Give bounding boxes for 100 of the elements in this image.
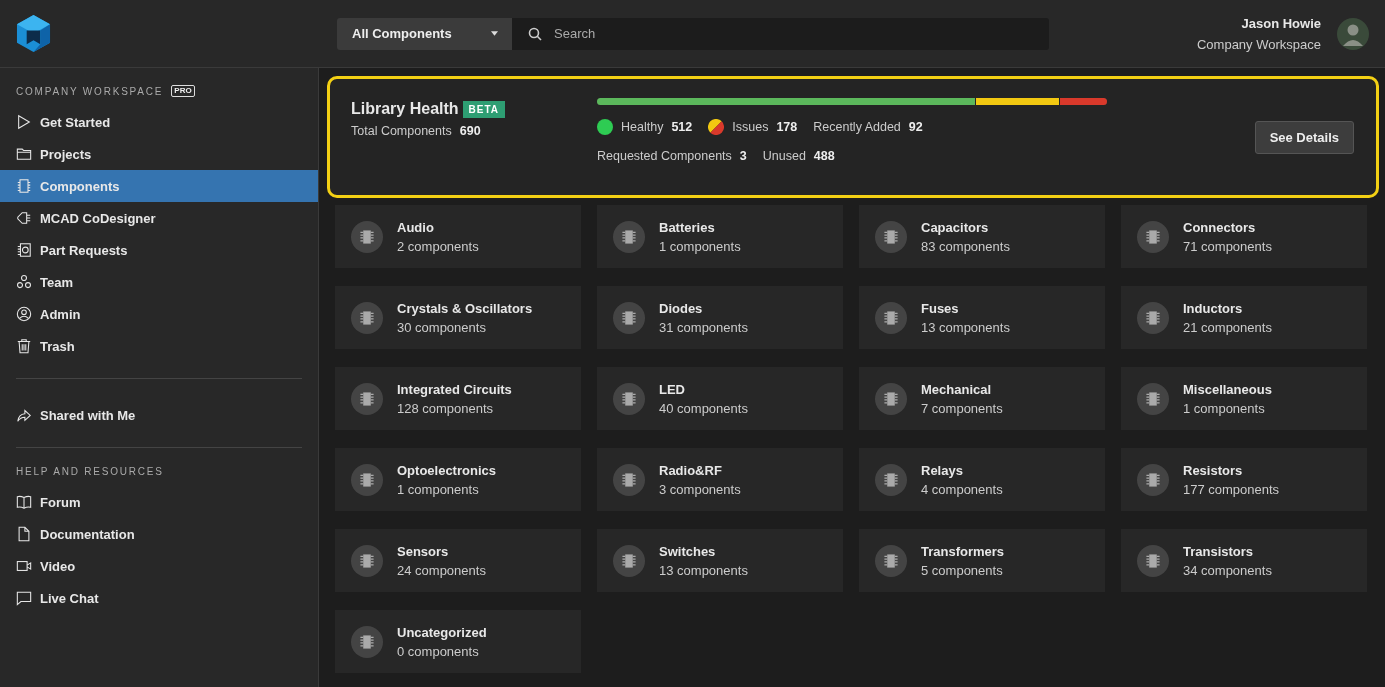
component-count: 5 components <box>921 562 1004 578</box>
component-count: 2 components <box>397 238 479 254</box>
category-card[interactable]: Crystals & Oscillators 30 components <box>335 286 581 349</box>
category-card[interactable]: Diodes 31 components <box>597 286 843 349</box>
stat-label: Requested Components <box>597 149 732 163</box>
category-card[interactable]: Mechanical 7 components <box>859 367 1105 430</box>
chip-icon <box>1137 463 1169 496</box>
stat-label: Recently Added <box>813 120 901 134</box>
section-heading: COMPANY WORKSPACE <box>16 85 164 97</box>
chip-icon <box>875 463 907 496</box>
component-count: 1 components <box>1183 400 1266 416</box>
sidebar-item[interactable]: Shared with Me <box>0 399 318 431</box>
sidebar-item[interactable]: Video <box>0 550 318 582</box>
chip-icon <box>613 544 645 577</box>
category-card[interactable]: Radio&RF 3 components <box>597 448 843 511</box>
category-card[interactable]: Capacitors 83 components <box>859 205 1105 268</box>
book-icon <box>16 494 32 510</box>
category-name: Inductors <box>1183 300 1244 316</box>
category-name: Capacitors <box>921 219 990 235</box>
category-card[interactable]: Batteries 1 components <box>597 205 843 268</box>
sidebar-item[interactable]: Live Chat <box>0 582 318 614</box>
avatar-icon[interactable] <box>1337 17 1369 50</box>
chip-icon <box>16 178 32 194</box>
category-name: Fuses <box>921 300 960 316</box>
play-icon <box>16 114 32 130</box>
stat-label: Issues <box>732 120 769 134</box>
component-count: 83 components <box>921 238 1010 254</box>
component-count: 0 components <box>397 643 480 659</box>
category-name: Transistors <box>1183 543 1255 559</box>
chip-icon <box>875 382 907 415</box>
category-card[interactable]: Switches 13 components <box>597 529 843 592</box>
search-icon <box>528 26 542 41</box>
category-card[interactable]: Audio 2 components <box>335 205 581 268</box>
category-name: Miscellaneous <box>1183 381 1272 397</box>
chip-icon <box>875 544 907 577</box>
sidebar-item[interactable]: MCAD CoDesigner <box>0 202 318 234</box>
chip-icon <box>351 220 383 253</box>
chip-icon <box>1137 301 1169 334</box>
category-card[interactable]: Uncategorized 0 components <box>335 610 581 673</box>
component-count: 34 components <box>1183 562 1272 578</box>
category-name: Switches <box>659 543 717 559</box>
category-name: Connectors <box>1183 219 1257 235</box>
component-count: 13 components <box>921 319 1010 335</box>
sidebar-item[interactable]: Components <box>0 170 318 202</box>
category-card[interactable]: Transistors 34 components <box>1121 529 1367 592</box>
category-name: Optoelectronics <box>397 462 496 478</box>
category-card[interactable]: Sensors 24 components <box>335 529 581 592</box>
category-card[interactable]: Connectors 71 components <box>1121 205 1367 268</box>
video-icon <box>16 558 32 574</box>
category-card[interactable]: Optoelectronics 1 components <box>335 448 581 511</box>
stat-label: Total Components <box>351 124 452 138</box>
category-name: Batteries <box>659 219 716 235</box>
component-count: 1 components <box>659 238 741 254</box>
category-card[interactable]: Integrated Circuits 128 components <box>335 367 581 430</box>
category-card[interactable]: LED 40 components <box>597 367 843 430</box>
chip-icon <box>1137 220 1169 253</box>
stat-value: 92 <box>908 120 923 134</box>
sidebar-item[interactable]: Get Started <box>0 106 318 138</box>
category-name: Uncategorized <box>397 624 487 640</box>
sidebar-item[interactable]: Team <box>0 266 318 298</box>
see-details-button[interactable]: See Details <box>1254 121 1354 154</box>
category-card[interactable]: Resistors 177 components <box>1121 448 1367 511</box>
sidebar-item[interactable]: Forum <box>0 486 318 518</box>
category-card[interactable]: Relays 4 components <box>859 448 1105 511</box>
stat-value: 690 <box>459 124 481 138</box>
chip-icon <box>875 301 907 334</box>
component-count: 1 components <box>397 481 480 497</box>
component-count: 7 components <box>921 400 1003 416</box>
category-name: Mechanical <box>921 381 993 397</box>
stat-value: 3 <box>739 149 747 163</box>
category-card[interactable]: Fuses 13 components <box>859 286 1105 349</box>
chip-icon <box>613 382 645 415</box>
chip-icon <box>351 544 383 577</box>
component-count: 30 components <box>397 319 487 335</box>
stat-label: Healthy <box>621 120 664 134</box>
sidebar-item[interactable]: Admin <box>0 298 318 330</box>
chip-icon <box>1137 382 1169 415</box>
category-card[interactable]: Miscellaneous 1 components <box>1121 367 1367 430</box>
sidebar-item[interactable]: Projects <box>0 138 318 170</box>
chip-icon <box>351 382 383 415</box>
sidebar-item[interactable]: Part Requests <box>0 234 318 266</box>
component-count: 13 components <box>659 562 748 578</box>
search-input[interactable]: Search <box>552 25 1036 42</box>
category-name: Relays <box>921 462 964 478</box>
stat-label: Unused <box>762 149 806 163</box>
section-heading: HELP AND RESOURCES <box>16 465 164 477</box>
stat-value: 488 <box>813 149 835 163</box>
search-field[interactable]: Search <box>512 17 1049 50</box>
sidebar-item[interactable]: Trash <box>0 330 318 362</box>
category-card[interactable]: Transformers 5 components <box>859 529 1105 592</box>
team-icon <box>16 274 32 290</box>
trash-icon <box>16 338 32 354</box>
category-name: Sensors <box>397 543 450 559</box>
chip-icon <box>875 220 907 253</box>
category-card[interactable]: Inductors 21 components <box>1121 286 1367 349</box>
chip-icon <box>351 301 383 334</box>
sidebar-item[interactable]: Documentation <box>0 518 318 550</box>
scope-dropdown[interactable]: All Components <box>337 17 512 50</box>
category-name: Crystals & Oscillators <box>397 300 533 316</box>
component-count: 3 components <box>659 481 741 497</box>
